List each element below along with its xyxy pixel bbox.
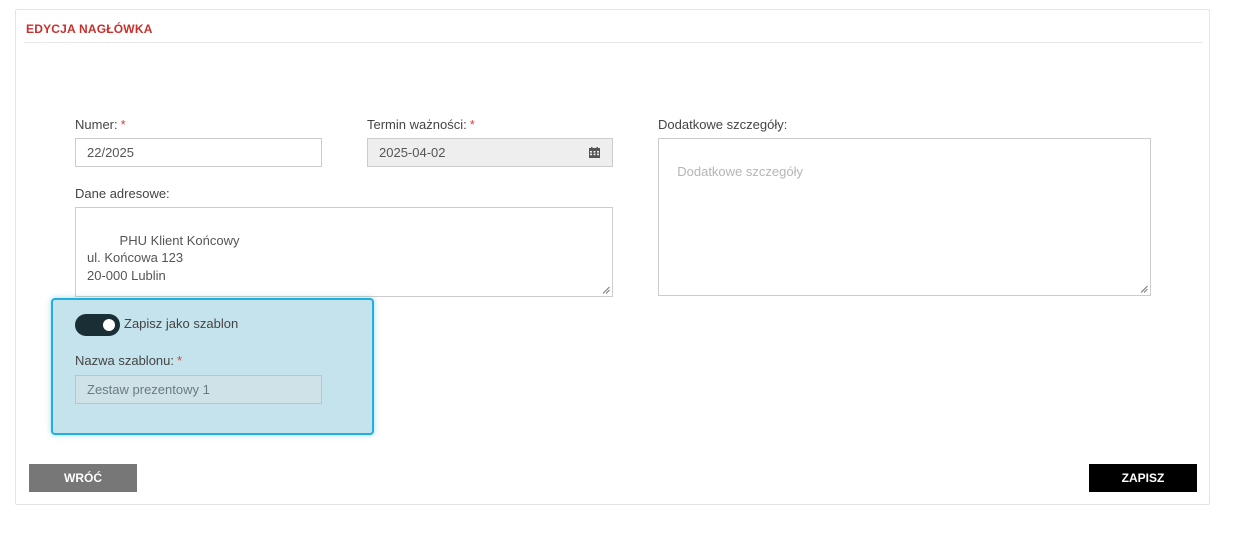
required-mark: * bbox=[120, 117, 126, 132]
template-name-label: Nazwa szablonu: * bbox=[75, 353, 182, 368]
expiry-label: Termin ważności: * bbox=[367, 117, 475, 132]
address-value: PHU Klient Końcowy ul. Końcowa 123 20-00… bbox=[87, 232, 240, 283]
template-name-value: Zestaw prezentowy 1 bbox=[87, 382, 210, 397]
back-button[interactable]: WRÓĆ bbox=[29, 464, 137, 492]
number-label: Numer: * bbox=[75, 117, 126, 132]
expiry-value: 2025-04-02 bbox=[379, 145, 446, 160]
toggle-knob bbox=[103, 319, 115, 331]
expiry-date-input[interactable]: 2025-04-02 bbox=[367, 138, 613, 167]
number-input[interactable]: 22/2025 bbox=[75, 138, 322, 167]
expiry-label-text: Termin ważności: bbox=[367, 117, 467, 132]
number-value: 22/2025 bbox=[87, 145, 134, 160]
details-textarea[interactable]: Dodatkowe szczegóły bbox=[658, 138, 1151, 296]
title-divider bbox=[24, 42, 1203, 43]
number-label-text: Numer: bbox=[75, 117, 118, 132]
resize-handle-icon[interactable] bbox=[1140, 285, 1148, 293]
template-name-label-text: Nazwa szablonu: bbox=[75, 353, 174, 368]
save-as-template-label[interactable]: Zapisz jako szablon bbox=[124, 316, 238, 331]
address-label: Dane adresowe: bbox=[75, 186, 170, 201]
details-label: Dodatkowe szczegóły: bbox=[658, 117, 788, 132]
resize-handle-icon[interactable] bbox=[602, 286, 610, 294]
save-button[interactable]: ZAPISZ bbox=[1089, 464, 1197, 492]
panel-title: EDYCJA NAGŁÓWKA bbox=[26, 22, 153, 36]
calendar-icon[interactable] bbox=[589, 147, 600, 158]
details-placeholder: Dodatkowe szczegóły bbox=[677, 163, 803, 179]
required-mark: * bbox=[177, 353, 183, 368]
address-textarea[interactable]: PHU Klient Końcowy ul. Końcowa 123 20-00… bbox=[75, 207, 613, 297]
template-name-input[interactable]: Zestaw prezentowy 1 bbox=[75, 375, 322, 404]
required-mark: * bbox=[469, 117, 475, 132]
save-as-template-toggle[interactable] bbox=[75, 314, 120, 336]
